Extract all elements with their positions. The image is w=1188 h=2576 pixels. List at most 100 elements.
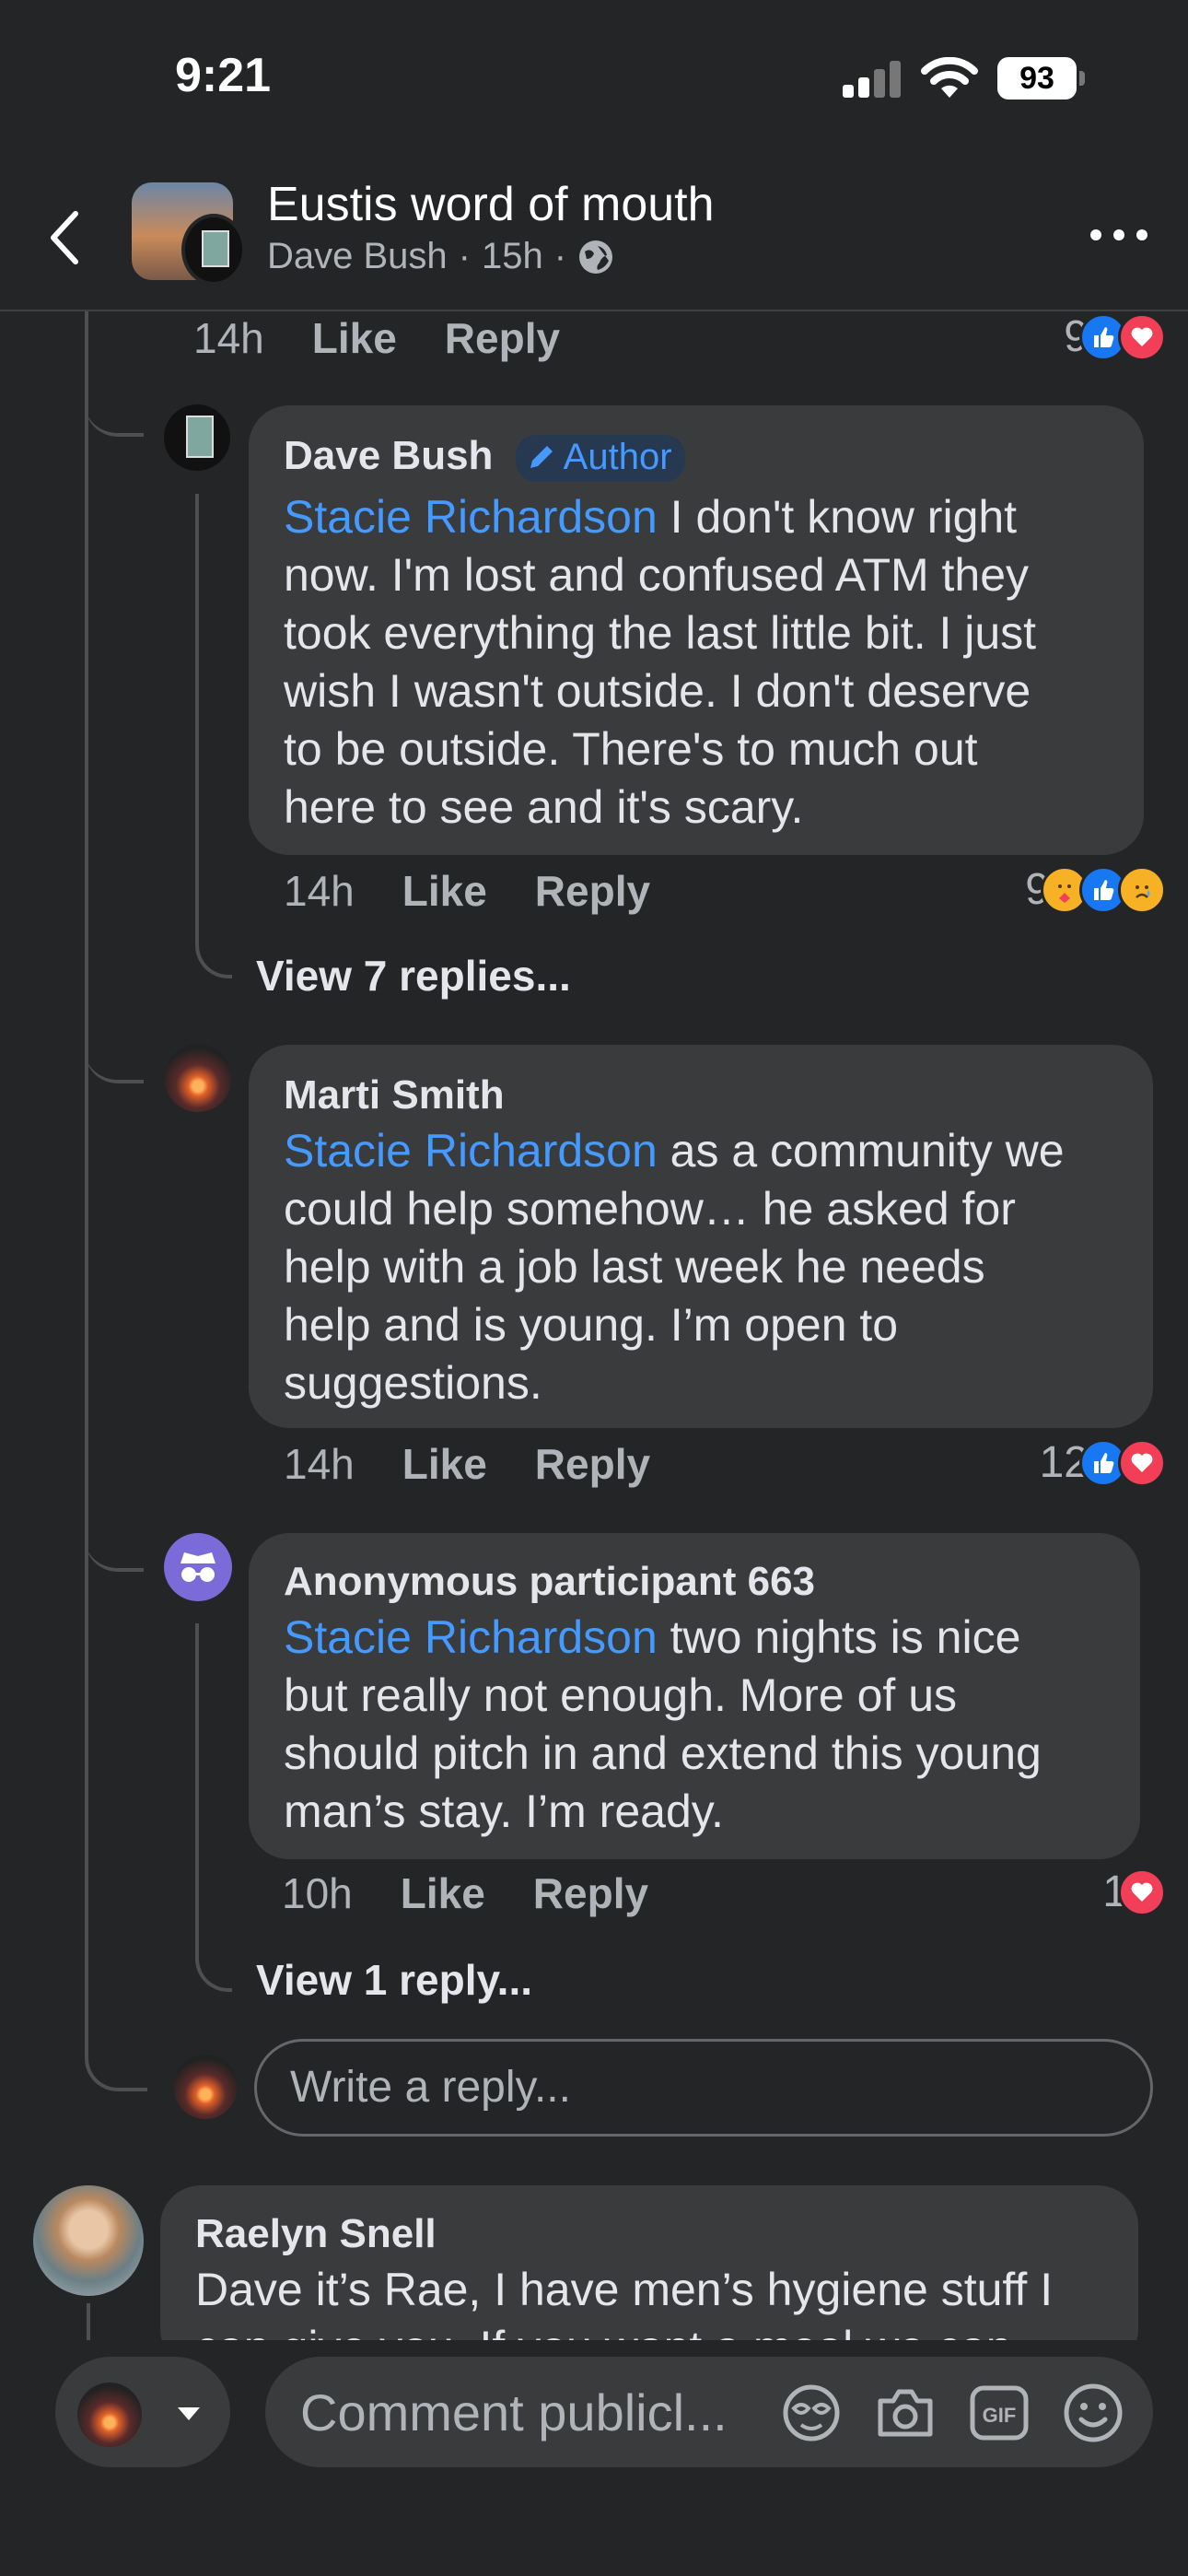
view-replies-link[interactable]: View 1 reply... [256, 1955, 532, 2005]
header-divider [0, 310, 1188, 311]
my-avatar [173, 2055, 238, 2119]
love-reaction-icon [1118, 1438, 1166, 1487]
pencil-icon [530, 446, 553, 469]
avatar-anonymous[interactable] [164, 1533, 232, 1601]
caret-down-icon[interactable] [175, 2405, 203, 2423]
comment-line: to be outside. There's to much out [284, 723, 978, 775]
reply-button[interactable]: Reply [445, 313, 560, 363]
reply-button[interactable]: Reply [535, 866, 650, 916]
comment-line: should pitch in and extend this young [284, 1727, 1042, 1779]
comment-line: Dave it’s Rae, I have men’s hygiene stuf… [195, 2264, 1054, 2315]
author-badge-label: Author [563, 436, 672, 477]
view-replies-link[interactable]: View 7 replies... [256, 951, 571, 1001]
comment-bubble[interactable]: Anonymous participant 663 Stacie Richard… [249, 1533, 1140, 1859]
comment-meta: 14h Like Reply [193, 313, 560, 363]
thread-curve-anon-replies [195, 1935, 232, 1992]
comment-line: help with a job last week he needs [284, 1241, 985, 1293]
comment-author[interactable]: Dave Bush Author [284, 433, 685, 482]
comment-line: as a community we [657, 1125, 1065, 1177]
comment-bubble[interactable]: Dave Bush Author Stacie Richardson I don… [249, 405, 1144, 855]
dot-separator: · [458, 236, 471, 276]
thread-curve-dave [85, 369, 144, 437]
comment-line: now. I'm lost and confused ATM they [284, 549, 1030, 601]
post-author[interactable]: Dave Bush [267, 236, 448, 277]
avatar-raelyn-snell[interactable] [33, 2185, 144, 2296]
author-name[interactable]: Anonymous participant 663 [284, 1559, 815, 1605]
globe-icon [579, 240, 613, 274]
status-time: 9:21 [175, 49, 272, 102]
thread-curve-anon [85, 1502, 144, 1572]
more-options-icon[interactable] [1087, 221, 1151, 249]
comment-line: wish I wasn't outside. I don't deserve [284, 665, 1031, 717]
love-reaction-icon [1118, 312, 1166, 361]
comment-input-placeholder: Comment publicl... [300, 2383, 728, 2441]
comment-line: here to see and it's scary. [284, 781, 804, 833]
thread-curve-dave-replies [195, 921, 232, 978]
author-badge: Author [515, 434, 685, 482]
like-button[interactable]: Like [401, 1868, 485, 1918]
comment-line: help and is young. I’m open to [284, 1299, 899, 1351]
dot-separator: · [553, 236, 567, 276]
like-button[interactable]: Like [402, 1439, 487, 1489]
reply-button[interactable]: Reply [533, 1868, 648, 1918]
battery-indicator: 93 [997, 57, 1086, 100]
group-avatar[interactable] [132, 182, 246, 286]
comment-line: but really not enough. More of us [284, 1669, 958, 1721]
mention-link[interactable]: Stacie Richardson [284, 1611, 658, 1663]
comment-bubble[interactable]: Marti Smith Stacie Richardson as a commu… [249, 1045, 1153, 1428]
reaction-summary[interactable]: 12 [1040, 1437, 1166, 1488]
back-chevron-icon[interactable] [37, 201, 92, 275]
like-button[interactable]: Like [402, 866, 487, 916]
thread-curve-reply [85, 2018, 147, 2091]
avatar-marti-smith[interactable] [164, 1044, 232, 1112]
comment-text: Stacie Richardson two nights is nice but… [284, 1609, 1131, 1841]
mention-link[interactable]: Stacie Richardson [284, 1125, 658, 1177]
reaction-summary[interactable]: 9 [1064, 311, 1166, 362]
thread-line-main [85, 311, 88, 2043]
comment-meta: 10h Like Reply [282, 1868, 648, 1918]
comment-line: suggestions. [284, 1357, 542, 1409]
author-mini-avatar [181, 214, 246, 286]
composer-avatar [77, 2383, 142, 2447]
love-reaction-icon [1118, 1868, 1166, 1916]
post-time: 15h [482, 236, 543, 276]
wifi-icon [921, 57, 978, 98]
cellular-signal-icon [843, 61, 901, 98]
incognito-icon [181, 1552, 215, 1582]
comment-line: I don't know right [657, 491, 1018, 543]
svg-text:GIF: GIF [983, 2404, 1017, 2427]
write-reply-input[interactable]: Write a reply... [254, 2039, 1153, 2137]
group-title[interactable]: Eustis word of mouth [267, 177, 715, 232]
sad-reaction-icon [1118, 865, 1166, 914]
reply-button[interactable]: Reply [535, 1439, 650, 1489]
post-byline: Dave Bush · 15h · [267, 236, 614, 277]
comment-line: man’s stay. I’m ready. [284, 1786, 724, 1837]
author-name[interactable]: Raelyn Snell [195, 2211, 437, 2257]
comment-time: 10h [282, 1869, 353, 1917]
battery-level: 93 [1019, 61, 1054, 96]
thread-curve-marti [85, 1013, 144, 1083]
comment-time: 14h [284, 867, 355, 915]
emoji-icon[interactable] [1061, 2381, 1125, 2445]
author-name[interactable]: Dave Bush [284, 433, 493, 478]
like-button[interactable]: Like [312, 313, 397, 363]
comment-line: could help somehow… he asked for [284, 1183, 1016, 1235]
reaction-summary[interactable]: 9 [1025, 864, 1166, 915]
comment-meta: 14h Like Reply [284, 1439, 650, 1489]
comment-time: 14h [193, 314, 264, 362]
mention-link[interactable]: Stacie Richardson [284, 491, 658, 543]
thread-line-raelyn [87, 2303, 90, 2340]
comment-line: two nights is nice [657, 1611, 1021, 1663]
author-name[interactable]: Marti Smith [284, 1072, 505, 1118]
camera-icon[interactable] [873, 2381, 938, 2445]
avatar-sticker-icon[interactable] [779, 2381, 844, 2445]
gif-icon[interactable]: GIF [967, 2381, 1031, 2445]
comment-text: Stacie Richardson I don't know right now… [284, 488, 1131, 837]
comment-text: Stacie Richardson as a community we coul… [284, 1122, 1140, 1412]
avatar-dave-bush[interactable] [164, 404, 230, 471]
comment-line: took everything the last little bit. I j… [284, 607, 1037, 659]
thread-line-anon [195, 1623, 199, 1955]
comment-meta: 14h Like Reply [284, 866, 650, 916]
reaction-summary[interactable]: 1 [1102, 1867, 1166, 1917]
thread-line-dave [195, 494, 199, 936]
